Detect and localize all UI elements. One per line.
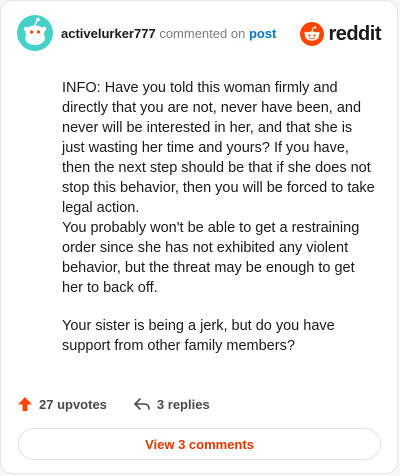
author-line: activelurker777 commented on post xyxy=(61,26,276,42)
replies-count: 3 replies xyxy=(156,396,210,412)
comment-paragraph-1: INFO: Have you told this woman firmly an… xyxy=(62,80,375,296)
snoo-avatar-icon[interactable] xyxy=(17,15,53,51)
upvotes-stat[interactable]: 27 upvotes xyxy=(17,396,107,412)
comment-card: activelurker777 commented on post reddit… xyxy=(0,0,398,474)
upvote-arrow-icon xyxy=(18,397,32,411)
upvotes-count: 27 upvotes xyxy=(39,396,107,412)
comment-footer: 27 upvotes 3 replies xyxy=(17,394,381,414)
reddit-logo-icon xyxy=(300,22,325,46)
comment-paragraph-2: Your sister is being a jerk, but do you … xyxy=(62,318,335,354)
comment-body: INFO: Have you told this woman firmly an… xyxy=(62,78,377,356)
username[interactable]: activelurker777 xyxy=(61,26,156,41)
commented-on-text: commented on xyxy=(159,26,246,41)
reply-arrow-icon xyxy=(134,398,150,410)
replies-stat[interactable]: 3 replies xyxy=(133,396,210,412)
view-comments-button[interactable]: View 3 comments xyxy=(18,428,381,460)
comment-header: activelurker777 commented on post reddit xyxy=(17,15,381,55)
post-link[interactable]: post xyxy=(249,26,276,41)
reddit-logo-word: reddit xyxy=(328,22,381,45)
reddit-logo[interactable]: reddit xyxy=(300,21,381,47)
